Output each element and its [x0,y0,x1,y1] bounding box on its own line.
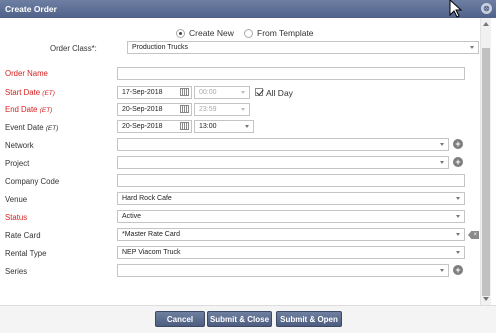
radio-selected-icon[interactable] [176,28,185,38]
radio-from-template-label: From Template [257,28,314,38]
end-date-label: End Date (ET) [5,105,53,114]
clear-icon[interactable]: × [468,231,479,239]
network-label: Network [5,141,34,150]
order-class-label: Order Class*: [50,44,97,53]
cancel-button[interactable]: Cancel [155,311,205,327]
add-network-icon[interactable]: + [453,139,463,149]
calendar-icon[interactable] [180,105,189,113]
add-series-icon[interactable]: + [453,265,463,275]
all-day-checkbox[interactable] [255,88,263,96]
company-code-input[interactable] [117,174,465,187]
add-project-icon[interactable]: + [453,157,463,167]
dialog-titlebar: Create Order ⊗ [0,0,496,18]
close-icon[interactable]: ⊗ [481,3,492,14]
start-time-value: 00:00 [199,89,217,96]
order-name-input[interactable] [117,67,465,80]
chevron-down-icon [470,46,474,49]
network-select[interactable] [117,138,449,151]
chevron-down-icon [440,143,444,146]
project-label: Project [5,159,30,168]
chevron-down-icon [440,161,444,164]
calendar-icon[interactable] [180,88,189,96]
start-time-select: 00:00 [194,86,250,99]
start-date-label: Start Date (ET) [5,88,55,97]
end-time-value: 23:59 [199,106,217,113]
venue-label: Venue [5,195,28,204]
dialog-title: Create Order [5,4,57,14]
event-date-label: Event Date (ET) [5,123,59,132]
venue-value: Hard Rock Cafe [122,195,172,202]
rental-type-select[interactable]: NEP Viacom Truck [117,246,465,259]
submit-close-button[interactable]: Submit & Close [207,311,272,327]
order-class-value: Production Trucks [132,44,189,51]
rate-card-label: Rate Card [5,231,41,240]
chevron-down-icon [440,269,444,272]
chevron-down-icon [245,125,249,128]
rental-type-value: NEP Viacom Truck [122,249,181,256]
radio-create-new[interactable]: Create New [176,27,234,39]
calendar-icon[interactable] [180,122,189,130]
status-select[interactable]: Active [117,210,465,223]
order-name-label: Order Name [5,69,48,78]
radio-from-template[interactable]: From Template [244,27,314,39]
event-time-select[interactable]: 13:00 [194,120,254,133]
all-day-label: All Day [266,88,293,98]
scrollbar-thumb[interactable] [482,48,490,296]
end-date-value: 20-Sep-2018 [122,106,163,113]
status-value: Active [122,213,142,220]
submit-open-button[interactable]: Submit & Open [276,311,342,327]
rental-type-label: Rental Type [5,249,47,258]
mouse-cursor-icon [449,0,463,18]
series-label: Series [5,267,28,276]
chevron-down-icon [456,215,460,218]
venue-select[interactable]: Hard Rock Cafe [117,192,465,205]
chevron-down-icon [456,251,460,254]
company-code-label: Company Code [5,177,60,186]
event-time-value: 13:00 [199,123,217,130]
status-label: Status [5,213,28,222]
vertical-scrollbar[interactable] [480,18,491,305]
order-class-select[interactable]: Production Trucks [127,41,479,54]
scroll-up-icon[interactable] [483,22,489,26]
chevron-down-icon [456,197,460,200]
chevron-down-icon [456,233,460,236]
chevron-down-icon [241,108,245,111]
radio-create-new-label: Create New [189,28,234,38]
start-date-value: 17-Sep-2018 [122,89,163,96]
chevron-down-icon [241,91,245,94]
project-select[interactable] [117,156,449,169]
event-date-value: 20-Sep-2018 [122,123,163,130]
series-select[interactable] [117,264,449,277]
scroll-down-icon[interactable] [483,297,489,301]
radio-unselected-icon[interactable] [244,28,253,38]
rate-card-value: *Master Rate Card [122,231,180,238]
end-time-select: 23:59 [194,103,250,116]
rate-card-select[interactable]: *Master Rate Card [117,228,465,241]
